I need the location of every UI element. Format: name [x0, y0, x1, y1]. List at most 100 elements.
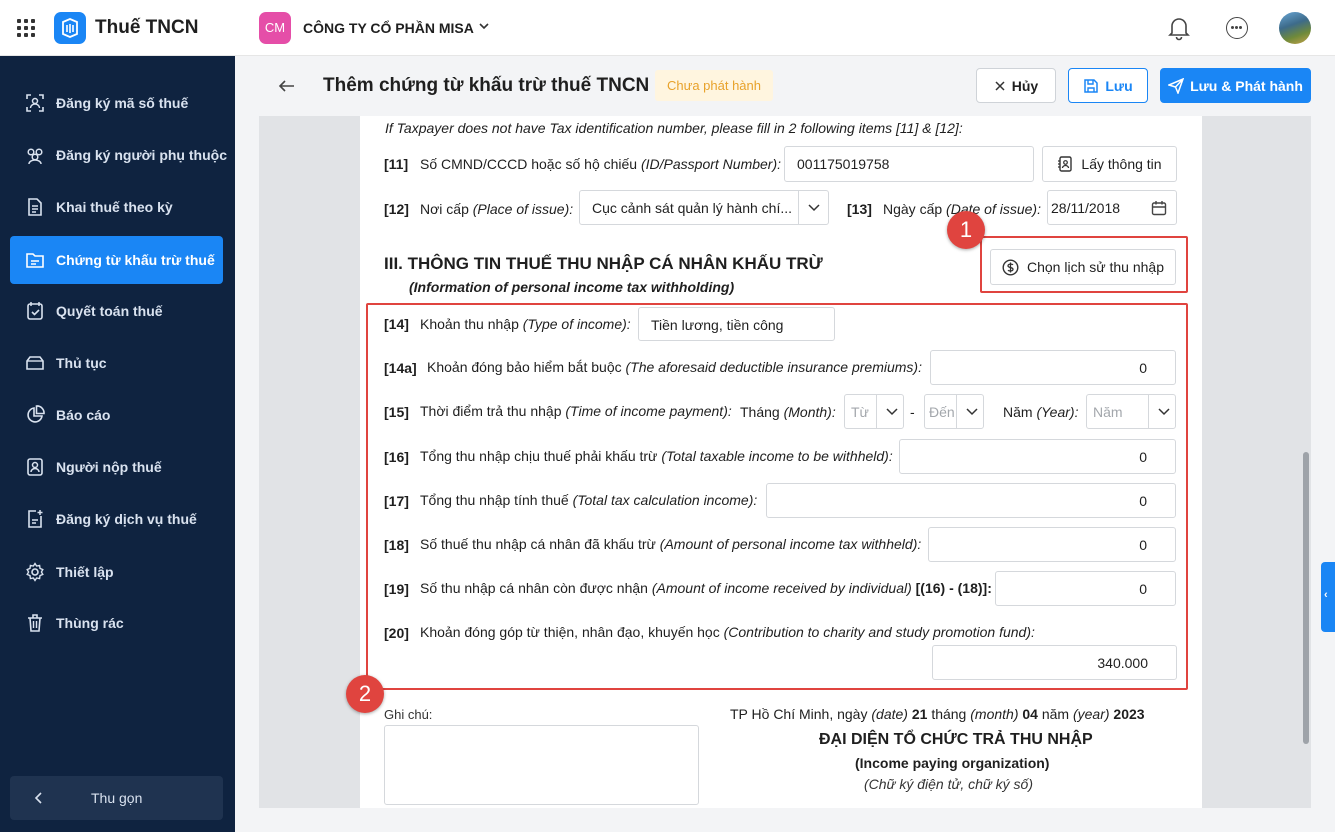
company-name[interactable]: CÔNG TY CỔ PHẦN MISA — [303, 20, 474, 36]
save-label: Lưu — [1105, 77, 1133, 94]
sidebar-item-register-tax-code[interactable]: Đăng ký mã số thuế — [10, 79, 223, 127]
get-info-label: Lấy thông tin — [1081, 156, 1162, 172]
folder-outline-icon — [26, 356, 44, 370]
save-icon — [1084, 78, 1099, 93]
f12-label: Nơi cấp (Place of issue): — [420, 201, 574, 217]
sidebar-item-tax-service-registration[interactable]: Đăng ký dịch vụ thuế — [10, 495, 223, 543]
send-icon — [1168, 77, 1185, 94]
month-range-dash: - — [910, 404, 915, 420]
close-icon — [995, 80, 1005, 91]
sidebar-item-withholding-certificates[interactable]: Chứng từ khấu trừ thuế — [10, 236, 223, 284]
field-number: [15] — [384, 404, 409, 420]
side-panel-toggle[interactable]: ‹ — [1321, 562, 1335, 632]
f15-year-label: Năm (Year): — [1003, 404, 1079, 420]
sidebar-item-periodic-declaration[interactable]: Khai thuế theo kỳ — [10, 183, 223, 231]
bell-icon[interactable] — [1167, 15, 1191, 44]
page-title: Thêm chứng từ khấu trừ thuế TNCN — [323, 75, 650, 96]
sidebar-item-label: Thiết lập — [56, 564, 114, 580]
status-badge: Chưa phát hành — [655, 70, 773, 101]
app-logo-icon — [54, 12, 86, 44]
id-number-input[interactable]: 001175019758 — [784, 146, 1034, 182]
section-subtitle: (Information of personal income tax with… — [409, 279, 735, 295]
pie-chart-icon — [27, 405, 45, 423]
document-paper: If Taxpayer does not have Tax identifica… — [360, 116, 1202, 808]
save-button[interactable]: Lưu — [1068, 68, 1148, 103]
f20-label: Khoản đóng góp từ thiện, nhân đạo, khuyế… — [420, 624, 1035, 640]
document-add-icon — [28, 510, 43, 528]
annotation-marker-1: 1 — [947, 211, 985, 249]
scrollbar-thumb[interactable] — [1303, 452, 1309, 744]
note-textarea[interactable] — [384, 725, 699, 805]
cancel-label: Hủy — [1011, 77, 1039, 94]
save-and-publish-button[interactable]: Lưu & Phát hành — [1160, 68, 1311, 103]
sidebar-item-procedures[interactable]: Thủ tục — [10, 339, 223, 387]
chevron-down-icon[interactable] — [956, 395, 983, 428]
insurance-premiums-input[interactable]: 0 — [930, 350, 1176, 385]
sidebar: Đăng ký mã số thuế Đăng ký người phụ thu… — [0, 56, 235, 832]
avatar[interactable] — [1279, 12, 1311, 44]
income-received-input[interactable]: 0 — [995, 571, 1176, 606]
top-bar: Thuế TNCN CM CÔNG TY CỔ PHẦN MISA — [0, 0, 1335, 56]
folder-icon — [26, 253, 44, 268]
chevron-down-icon[interactable] — [798, 191, 828, 224]
more-options-icon[interactable] — [1226, 17, 1248, 39]
section-title: III. THÔNG TIN THUẾ THU NHẬP CÁ NHÂN KHẤ… — [384, 254, 823, 273]
total-tax-calculation-input[interactable]: 0 — [766, 483, 1176, 518]
field-number: [12] — [384, 201, 409, 217]
sidebar-item-label: Đăng ký mã số thuế — [56, 95, 189, 111]
place-of-issue-select[interactable]: Cục cảnh sát quản lý hành chí... — [579, 190, 829, 225]
field-number: [14a] — [384, 360, 417, 376]
f16-label: Tổng thu nhập chịu thuế phải khấu trừ (T… — [420, 448, 893, 464]
f15-month-label: Tháng (Month): — [740, 404, 836, 420]
month-to-select[interactable]: Đến — [924, 394, 984, 429]
field-number: [16] — [384, 449, 409, 465]
chevron-down-icon[interactable] — [477, 19, 491, 36]
back-arrow-icon[interactable] — [277, 76, 297, 99]
sidebar-item-taxpayers[interactable]: Người nộp thuế — [10, 443, 223, 491]
chevron-down-icon[interactable] — [1148, 395, 1175, 428]
month-from-select[interactable]: Từ — [844, 394, 904, 429]
choose-income-history-button[interactable]: Chọn lịch sử thu nhập — [990, 249, 1176, 285]
person-card-icon — [27, 458, 43, 476]
f17-label: Tổng thu nhập tính thuế (Total tax calcu… — [420, 492, 758, 508]
date-of-issue-input[interactable]: 28/11/2018 — [1047, 190, 1177, 225]
collapse-sidebar-button[interactable]: Thu gọn — [10, 776, 223, 820]
sidebar-item-label: Báo cáo — [56, 407, 111, 423]
f11-label: Số CMND/CCCD hoặc số hộ chiếu (ID/Passpo… — [420, 156, 782, 172]
sidebar-item-dependents[interactable]: Đăng ký người phụ thuộc — [10, 131, 227, 179]
sidebar-item-trash[interactable]: Thùng rác — [10, 599, 223, 647]
app-title: Thuế TNCN — [95, 17, 199, 38]
trash-icon — [28, 614, 42, 632]
f14-label: Khoản thu nhập (Type of income): — [420, 316, 631, 332]
sidebar-item-label: Quyết toán thuế — [56, 303, 163, 319]
field-number: [20] — [384, 625, 409, 641]
f19-label: Số thu nhập cá nhân còn được nhận (Amoun… — [420, 580, 992, 596]
income-type-input[interactable]: Tiền lương, tiền công — [638, 307, 835, 341]
app-grid-icon[interactable] — [17, 19, 35, 37]
calendar-check-icon — [27, 302, 43, 320]
signer-title: ĐẠI DIỆN TỔ CHỨC TRẢ THU NHẬP — [819, 731, 1093, 748]
cancel-button[interactable]: Hủy — [976, 68, 1056, 103]
sidebar-item-reports[interactable]: Báo cáo — [10, 391, 223, 439]
annotation-marker-2: 2 — [346, 675, 384, 713]
year-select[interactable]: Năm — [1086, 394, 1176, 429]
get-info-button[interactable]: Lấy thông tin — [1042, 146, 1177, 182]
date-line: TP Hồ Chí Minh, ngày (date) 21 tháng (mo… — [730, 706, 1145, 722]
signer-title-en: (Income paying organization) — [855, 755, 1050, 771]
sidebar-item-tax-finalization[interactable]: Quyết toán thuế — [10, 287, 223, 335]
collapse-label: Thu gọn — [91, 790, 143, 806]
f15-label: Thời điểm trả thu nhập (Time of income p… — [420, 403, 732, 419]
company-badge[interactable]: CM — [259, 12, 291, 44]
charity-contribution-input[interactable]: 340.000 — [932, 645, 1177, 680]
sidebar-item-label: Người nộp thuế — [56, 459, 162, 475]
tax-withheld-input[interactable]: 0 — [928, 527, 1176, 562]
sidebar-item-settings[interactable]: Thiết lập — [10, 548, 223, 596]
f18-label: Số thuế thu nhập cá nhân đã khấu trừ (Am… — [420, 536, 922, 552]
document-icon — [28, 198, 42, 216]
field-number: [18] — [384, 537, 409, 553]
chevron-left-icon — [34, 792, 42, 804]
field-number: [14] — [384, 316, 409, 332]
calendar-icon[interactable] — [1151, 200, 1167, 216]
total-taxable-income-input[interactable]: 0 — [899, 439, 1176, 474]
chevron-down-icon[interactable] — [876, 395, 903, 428]
